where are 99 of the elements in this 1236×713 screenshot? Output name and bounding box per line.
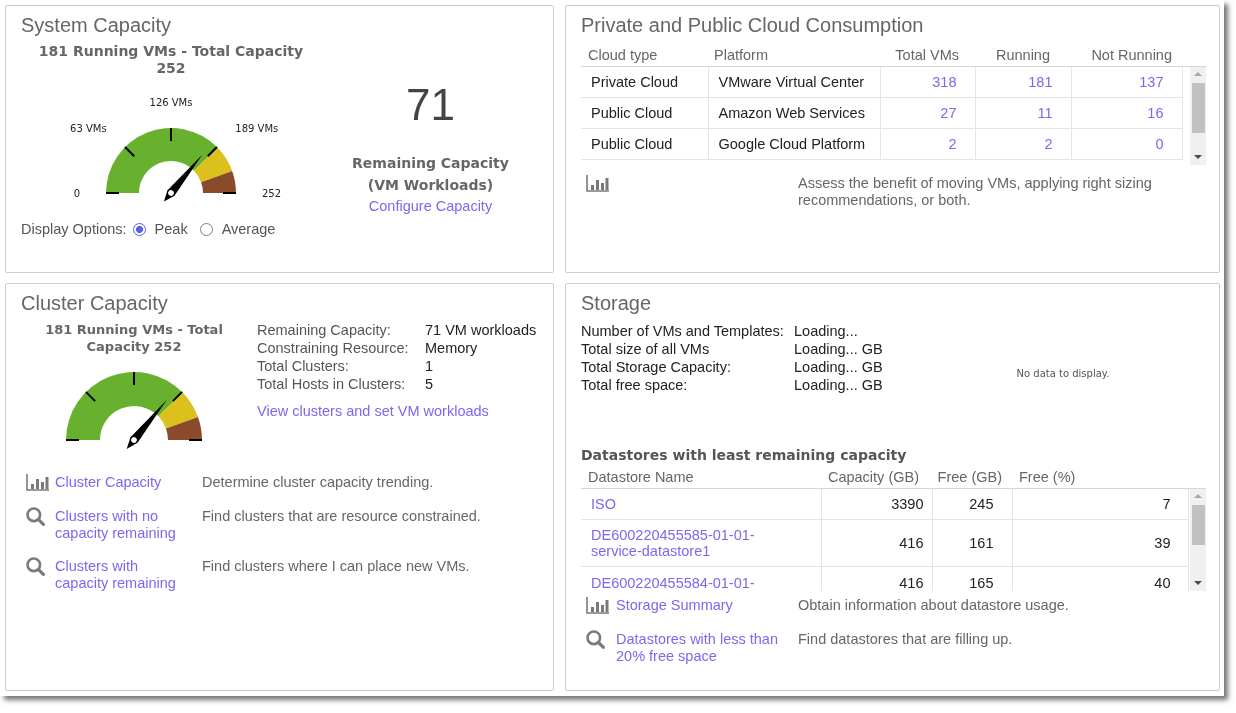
gauge-label: 0 <box>73 187 80 199</box>
table-cell: Google Cloud Platform <box>708 128 880 160</box>
report-link[interactable]: Clusters with capacity remaining <box>55 558 189 591</box>
column-header: Running <box>996 47 1050 63</box>
section-heading: Datastores with least remaining capacity <box>581 446 907 464</box>
report-link[interactable]: Cluster Capacity <box>55 474 162 491</box>
scrollbar[interactable] <box>1190 489 1206 591</box>
detail-label: Number of VMs and Templates: <box>581 322 784 340</box>
count-link[interactable]: 16 <box>1147 105 1164 121</box>
remaining-label: Remaining Capacity (VM Workloads) <box>351 154 510 195</box>
detail-value: Loading... GB <box>794 358 883 376</box>
table-cell: 7 <box>1012 489 1188 520</box>
gauge-label: 252 <box>262 187 282 199</box>
up-arrow-icon[interactable] <box>1194 494 1202 498</box>
gauge-label: 126 VMs <box>149 96 193 108</box>
detail-value: Memory <box>425 339 479 357</box>
report-description: Find datastores that are filling up. <box>798 631 1013 649</box>
column-header: Datastore Name <box>588 469 694 485</box>
report-description: Determine cluster capacity trending. <box>202 474 434 491</box>
no-data-message: No data to display. <box>1016 367 1110 379</box>
detail-label: Total Clusters: <box>257 357 350 375</box>
detail-value: Loading... GB <box>794 376 883 394</box>
display-options-label: Display Options: <box>21 221 127 237</box>
detail-label: Total free space: <box>581 376 688 394</box>
table-cell: 245 <box>932 489 1012 520</box>
detail-label: Total Storage Capacity: <box>581 358 731 376</box>
report-description: Assess the benefit of moving VMs, applying right sizing recommendations, or both. <box>798 175 1153 208</box>
detail-label: Remaining Capacity: <box>257 321 392 339</box>
column-header: Capacity (GB) <box>827 469 919 485</box>
table-cell: 161 <box>932 519 1012 567</box>
clusters-link[interactable]: View clusters and set VM workloads <box>257 402 489 420</box>
detail-value: 71 VM workloads <box>425 321 537 339</box>
count-link[interactable]: 11 <box>1037 105 1053 121</box>
report-link[interactable]: Clusters with no capacity remaining <box>55 508 189 541</box>
table-cell: 40 <box>1012 566 1188 591</box>
count-link[interactable]: 27 <box>940 105 957 121</box>
table-cell: 165 <box>932 566 1012 591</box>
panel-title: Private and Public Cloud Consumption <box>581 13 924 37</box>
table-cell: Private Cloud <box>581 67 708 98</box>
up-arrow-icon[interactable] <box>1194 72 1202 76</box>
bar-chart-icon <box>586 597 609 614</box>
gauge-caption: 181 Running VMs - Total Capacity 252 <box>37 43 305 77</box>
report-link[interactable]: Datastores with less than 20% free space <box>616 631 798 664</box>
detail-label: Total Hosts in Clusters: <box>257 375 407 393</box>
detail-value: Loading... GB <box>794 340 883 358</box>
report-description: Find clusters that are resource constrained. <box>202 508 481 526</box>
radio-label[interactable]: Peak <box>154 221 188 237</box>
column-header: Not Running <box>1091 47 1172 63</box>
column-header: Platform <box>714 47 768 63</box>
count-link[interactable]: 137 <box>1139 74 1164 90</box>
gauge-label: 189 VMs <box>235 123 279 135</box>
detail-value: 5 <box>425 375 435 393</box>
table-cell: 39 <box>1012 519 1188 567</box>
search-icon <box>26 507 45 526</box>
detail-label: Total size of all VMs <box>581 340 710 358</box>
count-link[interactable]: 181 <box>1028 74 1053 90</box>
bar-chart-icon <box>586 175 609 192</box>
detail-value: 1 <box>425 357 435 375</box>
configure-link[interactable]: Configure Capacity <box>368 196 493 216</box>
remaining-count: 71 <box>406 79 455 131</box>
table-cell: Amazon Web Services <box>708 97 880 129</box>
detail-label: Constraining Resource: <box>257 339 410 357</box>
column-header: Cloud type <box>588 47 658 63</box>
datastore-link[interactable]: DE600220455585-01-01-service-datastore1 <box>591 527 776 559</box>
count-link[interactable]: 318 <box>932 74 957 90</box>
report-description: Obtain information about datastore usage. <box>798 597 1069 614</box>
radio-button[interactable] <box>132 222 146 236</box>
count-link[interactable]: 2 <box>948 136 957 152</box>
datastore-link[interactable]: ISO <box>591 496 616 512</box>
detail-value: Loading... <box>794 322 858 340</box>
panel-title: System Capacity <box>21 13 172 37</box>
down-arrow-icon[interactable] <box>1194 155 1202 159</box>
scrollbar[interactable] <box>1190 67 1206 165</box>
panel-title: Storage <box>581 291 652 315</box>
down-arrow-icon[interactable] <box>1194 581 1202 585</box>
search-icon <box>26 557 45 576</box>
datastore-link[interactable]: DE600220455584-01-01- <box>591 575 755 591</box>
radio-label[interactable]: Average <box>221 221 276 237</box>
scrollbar-thumb[interactable] <box>1191 505 1205 545</box>
search-icon <box>586 630 605 649</box>
panel-title: Cluster Capacity <box>21 291 168 315</box>
gauge-caption: 181 Running VMs - Total Capacity 252 <box>44 322 224 355</box>
gauge-label: 63 VMs <box>70 123 107 135</box>
count-link[interactable]: 0 <box>1155 136 1164 152</box>
table-cell: Public Cloud <box>581 128 708 160</box>
radio-button[interactable] <box>199 222 213 236</box>
table-cell: 416 <box>821 519 932 567</box>
table-cell: 3390 <box>821 489 932 520</box>
scrollbar-thumb[interactable] <box>1191 83 1205 133</box>
column-header: Free (%) <box>1019 469 1076 485</box>
count-link[interactable]: 2 <box>1044 136 1053 152</box>
report-link[interactable]: Storage Summary <box>616 597 733 614</box>
column-header: Total VMs <box>895 47 959 63</box>
column-header: Free (GB) <box>937 469 1002 485</box>
table-cell: VMware Virtual Center <box>708 67 880 98</box>
table-cell: Public Cloud <box>581 97 708 129</box>
table-cell: 416 <box>821 566 932 591</box>
bar-chart-icon <box>26 474 49 491</box>
report-description: Find clusters where I can place new VMs. <box>202 558 470 576</box>
